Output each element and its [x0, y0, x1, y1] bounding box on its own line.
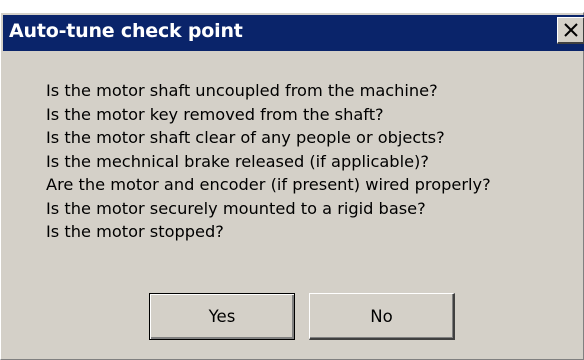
question-brake-released: Is the mechnical brake released (if appl…: [46, 151, 429, 171]
question-key-removed: Is the motor key removed from the shaft?: [46, 104, 384, 124]
title-bar[interactable]: Auto-tune check point: [3, 15, 584, 51]
question-list: Is the motor shaft uncoupled from the ma…: [46, 79, 491, 244]
close-button[interactable]: [557, 17, 584, 44]
yes-button[interactable]: Yes: [149, 293, 295, 340]
dialog-title: Auto-tune check point: [9, 20, 243, 42]
no-button[interactable]: No: [309, 293, 455, 340]
question-mounting: Is the motor securely mounted to a rigid…: [46, 198, 426, 218]
question-shaft-uncoupled: Is the motor shaft uncoupled from the ma…: [46, 81, 438, 100]
question-motor-stopped: Is the motor stopped?: [46, 222, 224, 241]
auto-tune-dialog: Auto-tune check point Is the motor shaft…: [0, 12, 584, 360]
question-shaft-clear: Is the motor shaft clear of any people o…: [46, 128, 445, 147]
close-icon: [564, 23, 578, 37]
question-wiring: Are the motor and encoder (if present) w…: [46, 175, 491, 194]
